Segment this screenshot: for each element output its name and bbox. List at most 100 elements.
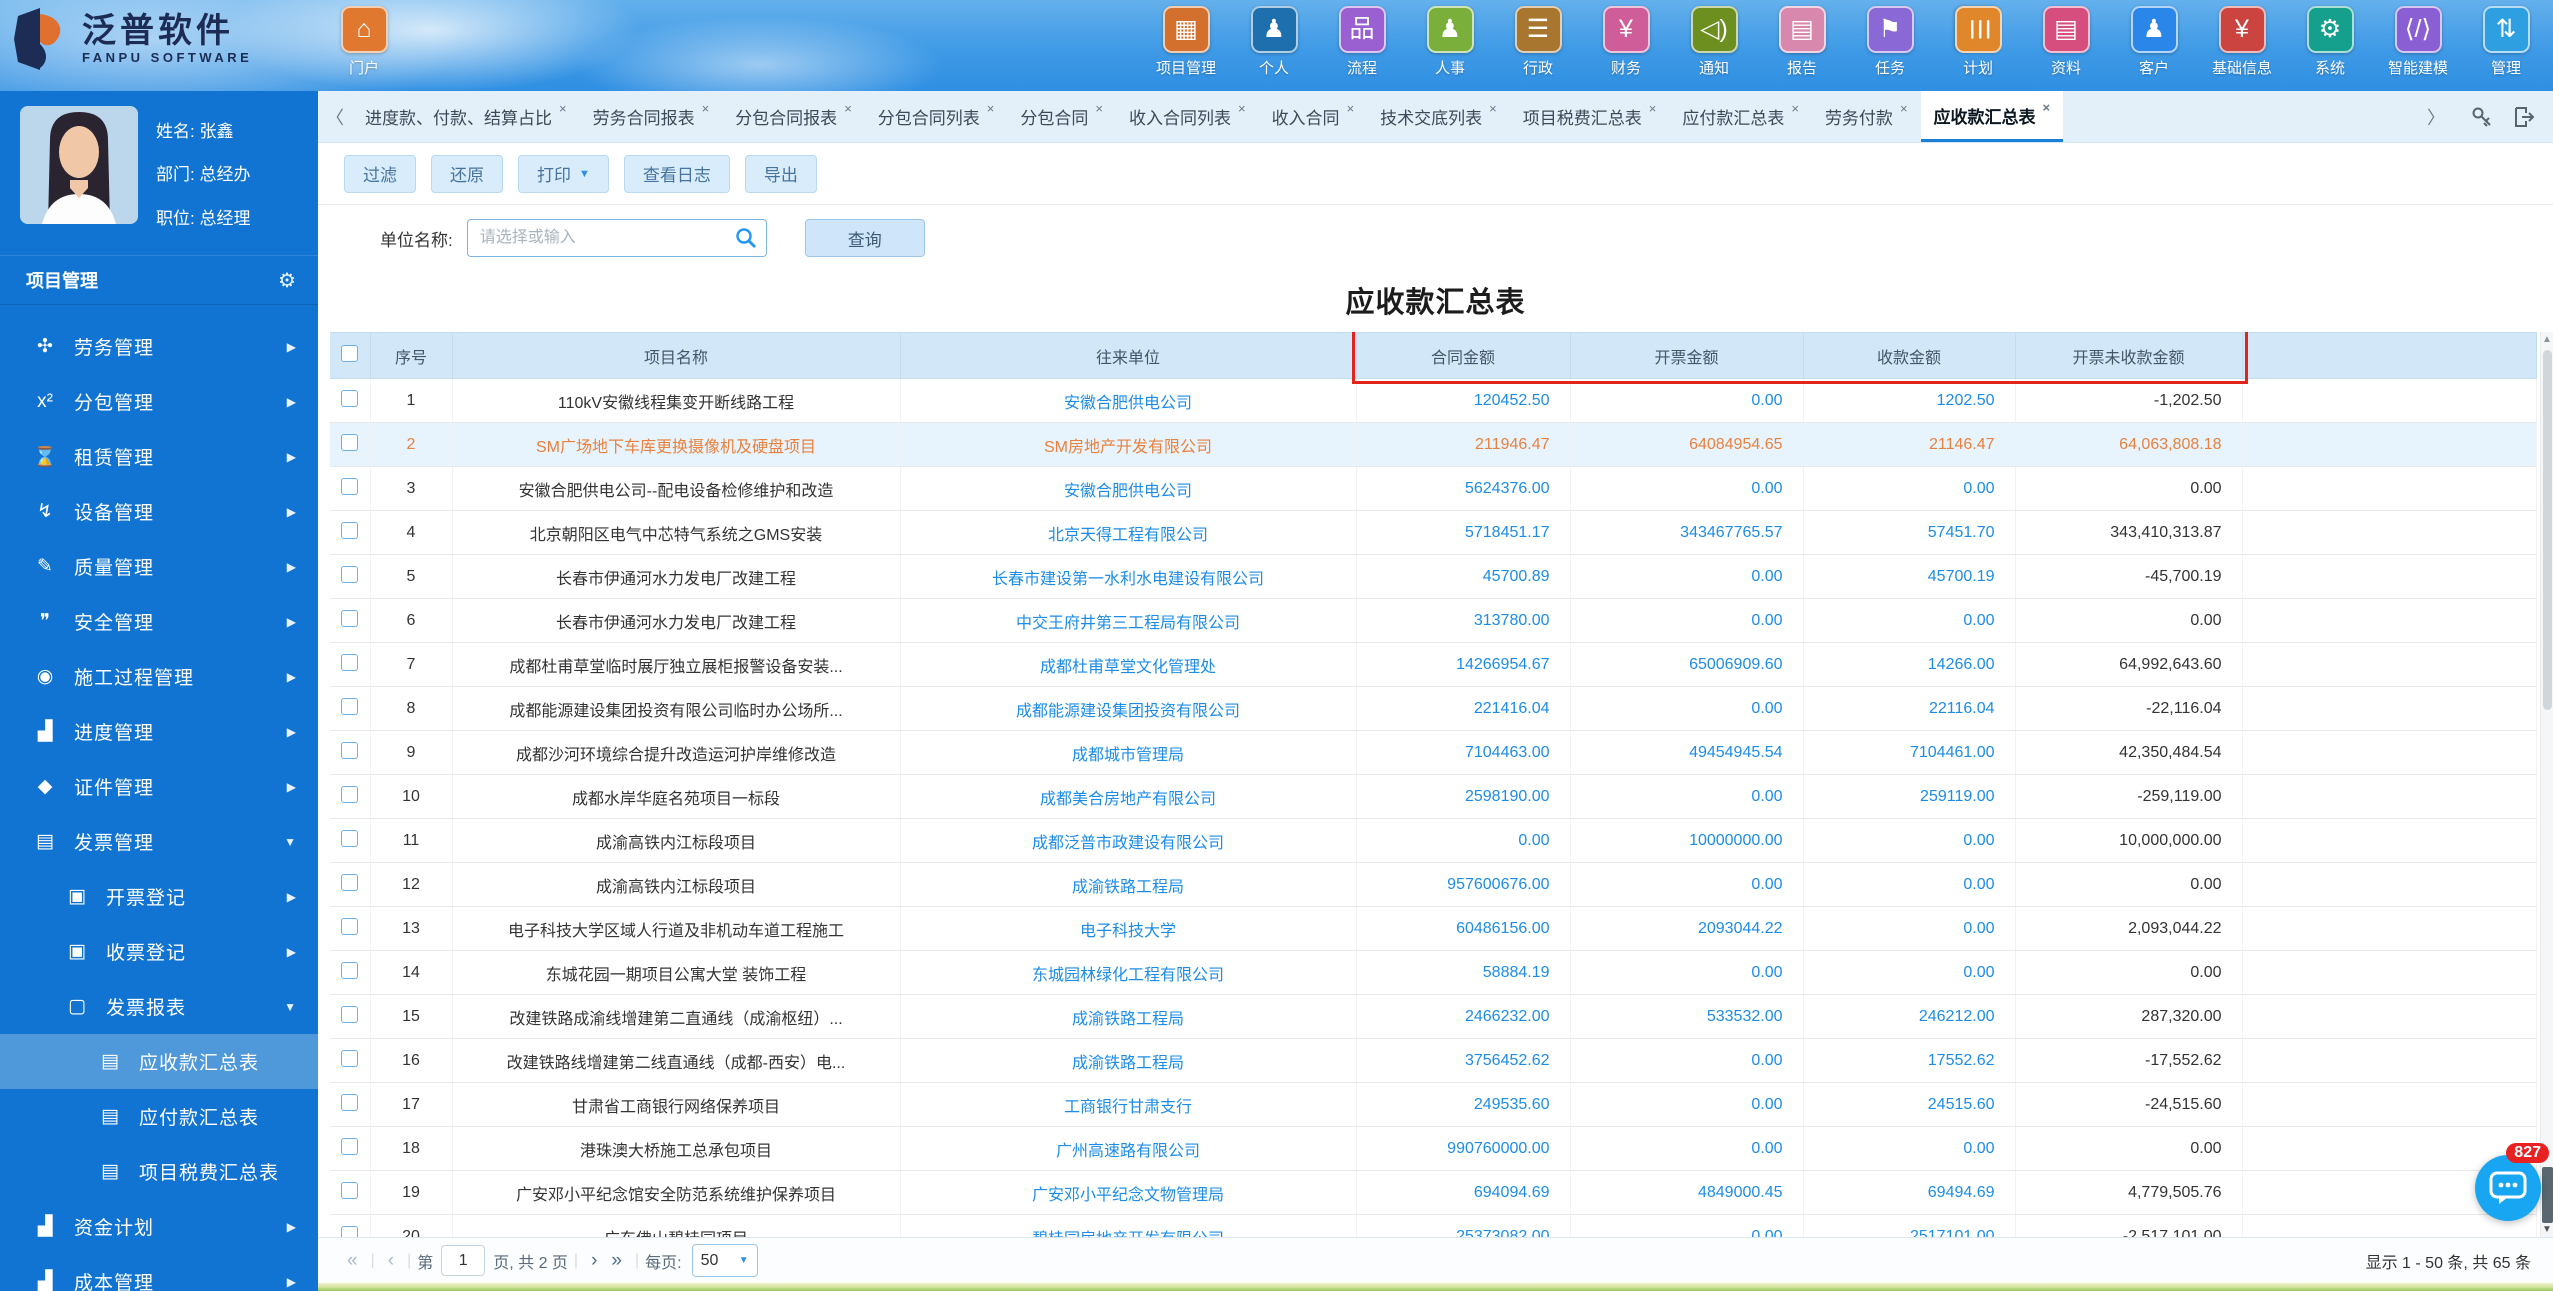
cell-received-amount[interactable]: 0.00 (1803, 598, 2016, 643)
cell-received-amount[interactable]: 259119.00 (1803, 774, 2016, 819)
cell-invoiced-amount[interactable]: 64084954.65 (1570, 422, 1804, 467)
cell-contract-amount[interactable]: 45700.89 (1356, 554, 1571, 599)
cell-contract-amount[interactable]: 2466232.00 (1356, 994, 1571, 1039)
tab-close-icon[interactable]: × (1649, 101, 1657, 116)
sidebar-item-certificate[interactable]: ◆ 证件管理 ▶ (0, 759, 318, 814)
topnav-item-notice[interactable]: ◁) 通知 (1675, 6, 1753, 78)
row-checkbox[interactable] (341, 1181, 359, 1199)
topnav-item-system[interactable]: ⚙ 系统 (2291, 6, 2369, 78)
cell-invoiced-amount[interactable]: 2093044.22 (1570, 906, 1804, 951)
tab-项目税费汇总表[interactable]: 项目税费汇总表 × (1510, 91, 1670, 142)
tab-close-icon[interactable]: × (1095, 101, 1103, 116)
scrollbar-up-icon[interactable]: ▲ (2541, 334, 2553, 345)
cell-received-amount[interactable]: 24515.60 (1803, 1082, 2016, 1127)
cell-unit-link[interactable]: 长春市建设第一水利水电建设有限公司 (900, 554, 1357, 599)
topnav-item-task[interactable]: ⚑ 任务 (1851, 6, 1929, 78)
cell-received-amount[interactable]: 0.00 (1803, 906, 2016, 951)
topnav-item-modeling[interactable]: ⟨/⟩ 智能建模 (2379, 6, 2457, 78)
row-checkbox[interactable] (341, 609, 359, 627)
cell-contract-amount[interactable]: 7104463.00 (1356, 730, 1571, 775)
tab-分包合同列表[interactable]: 分包合同列表 × (865, 91, 1008, 142)
sidebar-item-subcontract[interactable]: x² 分包管理 ▶ (0, 374, 318, 429)
topnav-item-manage[interactable]: ⇅ 管理 (2467, 6, 2545, 78)
tab-分包合同报表[interactable]: 分包合同报表 × (722, 91, 865, 142)
sidebar-item-progress[interactable]: ▟ 进度管理 ▶ (0, 704, 318, 759)
tab-close-icon[interactable]: × (2043, 100, 2051, 115)
first-page-button[interactable]: « (340, 1250, 365, 1272)
cell-contract-amount[interactable]: 58884.19 (1356, 950, 1571, 995)
col-header-0[interactable]: 序号 (370, 332, 453, 379)
tab-close-icon[interactable]: × (1900, 101, 1908, 116)
cell-contract-amount[interactable]: 60486156.00 (1356, 906, 1571, 951)
prev-page-button[interactable]: ‹ (381, 1250, 401, 1272)
tab-close-icon[interactable]: × (844, 101, 852, 116)
cell-contract-amount[interactable]: 249535.60 (1356, 1082, 1571, 1127)
cell-received-amount[interactable]: 7104461.00 (1803, 730, 2016, 775)
tab-scroll-right-icon[interactable]: 〉 (2419, 91, 2453, 142)
cell-invoiced-amount[interactable]: 0.00 (1570, 1126, 1804, 1171)
cell-contract-amount[interactable]: 211946.47 (1356, 422, 1571, 467)
cell-unit-link[interactable]: 成都能源建设集团投资有限公司 (900, 686, 1357, 731)
topnav-item-personal[interactable]: ♟ 个人 (1235, 6, 1313, 78)
topnav-item-project-mgmt[interactable]: ▦ 项目管理 (1147, 6, 1225, 78)
exit-icon[interactable] (2513, 106, 2535, 128)
tab-close-icon[interactable]: × (1791, 101, 1799, 116)
cell-contract-amount[interactable]: 694094.69 (1356, 1170, 1571, 1215)
cell-received-amount[interactable]: 1202.50 (1803, 378, 2016, 423)
cell-invoiced-amount[interactable]: 49454945.54 (1570, 730, 1804, 775)
topnav-item-docs[interactable]: ▤ 资料 (2027, 6, 2105, 78)
cell-invoiced-amount[interactable]: 0.00 (1570, 1038, 1804, 1083)
row-checkbox[interactable] (341, 873, 359, 891)
row-checkbox[interactable] (341, 1093, 359, 1111)
col-header-6[interactable]: 开票未收款金额 (2015, 332, 2243, 379)
scrollbar-down-icon[interactable]: ▼ (2541, 1224, 2553, 1235)
cell-unit-link[interactable]: 北京天得工程有限公司 (900, 510, 1357, 555)
cell-invoiced-amount[interactable]: 0.00 (1570, 1082, 1804, 1127)
topnav-item-plan[interactable]: ☰ 计划 (1939, 6, 2017, 78)
cell-unit-link[interactable]: 成渝铁路工程局 (900, 862, 1357, 907)
topnav-item-portal[interactable]: ⌂ 门户 (328, 6, 400, 78)
sidebar-item-receivable-summary[interactable]: ▤ 应收款汇总表 (0, 1034, 318, 1090)
cell-invoiced-amount[interactable]: 4849000.45 (1570, 1170, 1804, 1215)
cell-received-amount[interactable]: 69494.69 (1803, 1170, 2016, 1215)
table-scrollbar[interactable]: ▲ ▼ (2540, 332, 2553, 1237)
cell-contract-amount[interactable]: 3756452.62 (1356, 1038, 1571, 1083)
cell-received-amount[interactable]: 45700.19 (1803, 554, 2016, 599)
cell-unit-link[interactable]: 东城园林绿化工程有限公司 (900, 950, 1357, 995)
sidebar-item-safety[interactable]: ❞ 安全管理 ▶ (0, 594, 318, 649)
last-page-button[interactable]: » (604, 1250, 629, 1272)
sidebar-item-lease[interactable]: ⌛ 租赁管理 ▶ (0, 429, 318, 484)
cell-unit-link[interactable]: SM房地产开发有限公司 (900, 422, 1357, 467)
cell-received-amount[interactable]: 0.00 (1803, 1126, 2016, 1171)
cell-contract-amount[interactable]: 120452.50 (1356, 378, 1571, 423)
cell-received-amount[interactable]: 22116.04 (1803, 686, 2016, 731)
sidebar-item-payable-summary[interactable]: ▤ 应付款汇总表 (0, 1089, 318, 1144)
cell-invoiced-amount[interactable]: 0.00 (1570, 466, 1804, 511)
restore-button[interactable]: 还原 (431, 154, 503, 193)
avatar[interactable] (20, 106, 138, 224)
tab-劳务付款[interactable]: 劳务付款 × (1812, 91, 1921, 142)
cell-contract-amount[interactable]: 313780.00 (1356, 598, 1571, 643)
tab-close-icon[interactable]: × (1489, 101, 1497, 116)
row-checkbox[interactable] (341, 785, 359, 803)
scrollbar-thumb[interactable] (2543, 350, 2552, 710)
gear-icon[interactable]: ⚙ (278, 268, 296, 293)
sidebar-item-equipment[interactable]: ↯ 设备管理 ▶ (0, 484, 318, 539)
cell-invoiced-amount[interactable]: 65006909.60 (1570, 642, 1804, 687)
cell-received-amount[interactable]: 21146.47 (1803, 422, 2016, 467)
cell-invoiced-amount[interactable]: 0.00 (1570, 598, 1804, 643)
cell-received-amount[interactable]: 0.00 (1803, 950, 2016, 995)
sidebar-item-invoice-receive[interactable]: ▣ 收票登记 ▶ (0, 924, 318, 979)
cell-invoiced-amount[interactable]: 0.00 (1570, 554, 1804, 599)
sidebar-item-project-tax-summary[interactable]: ▤ 项目税费汇总表 (0, 1144, 318, 1199)
row-checkbox[interactable] (341, 741, 359, 759)
view-log-button[interactable]: 查看日志 (623, 154, 730, 193)
cell-received-amount[interactable]: 0.00 (1803, 466, 2016, 511)
row-checkbox[interactable] (341, 653, 359, 671)
cell-unit-link[interactable]: 碧桂园房地产开发有限公司 (900, 1214, 1357, 1237)
cell-contract-amount[interactable]: 221416.04 (1356, 686, 1571, 731)
cell-invoiced-amount[interactable]: 0.00 (1570, 1214, 1804, 1237)
topnav-item-hr[interactable]: ♟ 人事 (1411, 6, 1489, 78)
col-header-4[interactable]: 开票金额 (1570, 332, 1804, 379)
tab-收入合同[interactable]: 收入合同 × (1259, 91, 1368, 142)
